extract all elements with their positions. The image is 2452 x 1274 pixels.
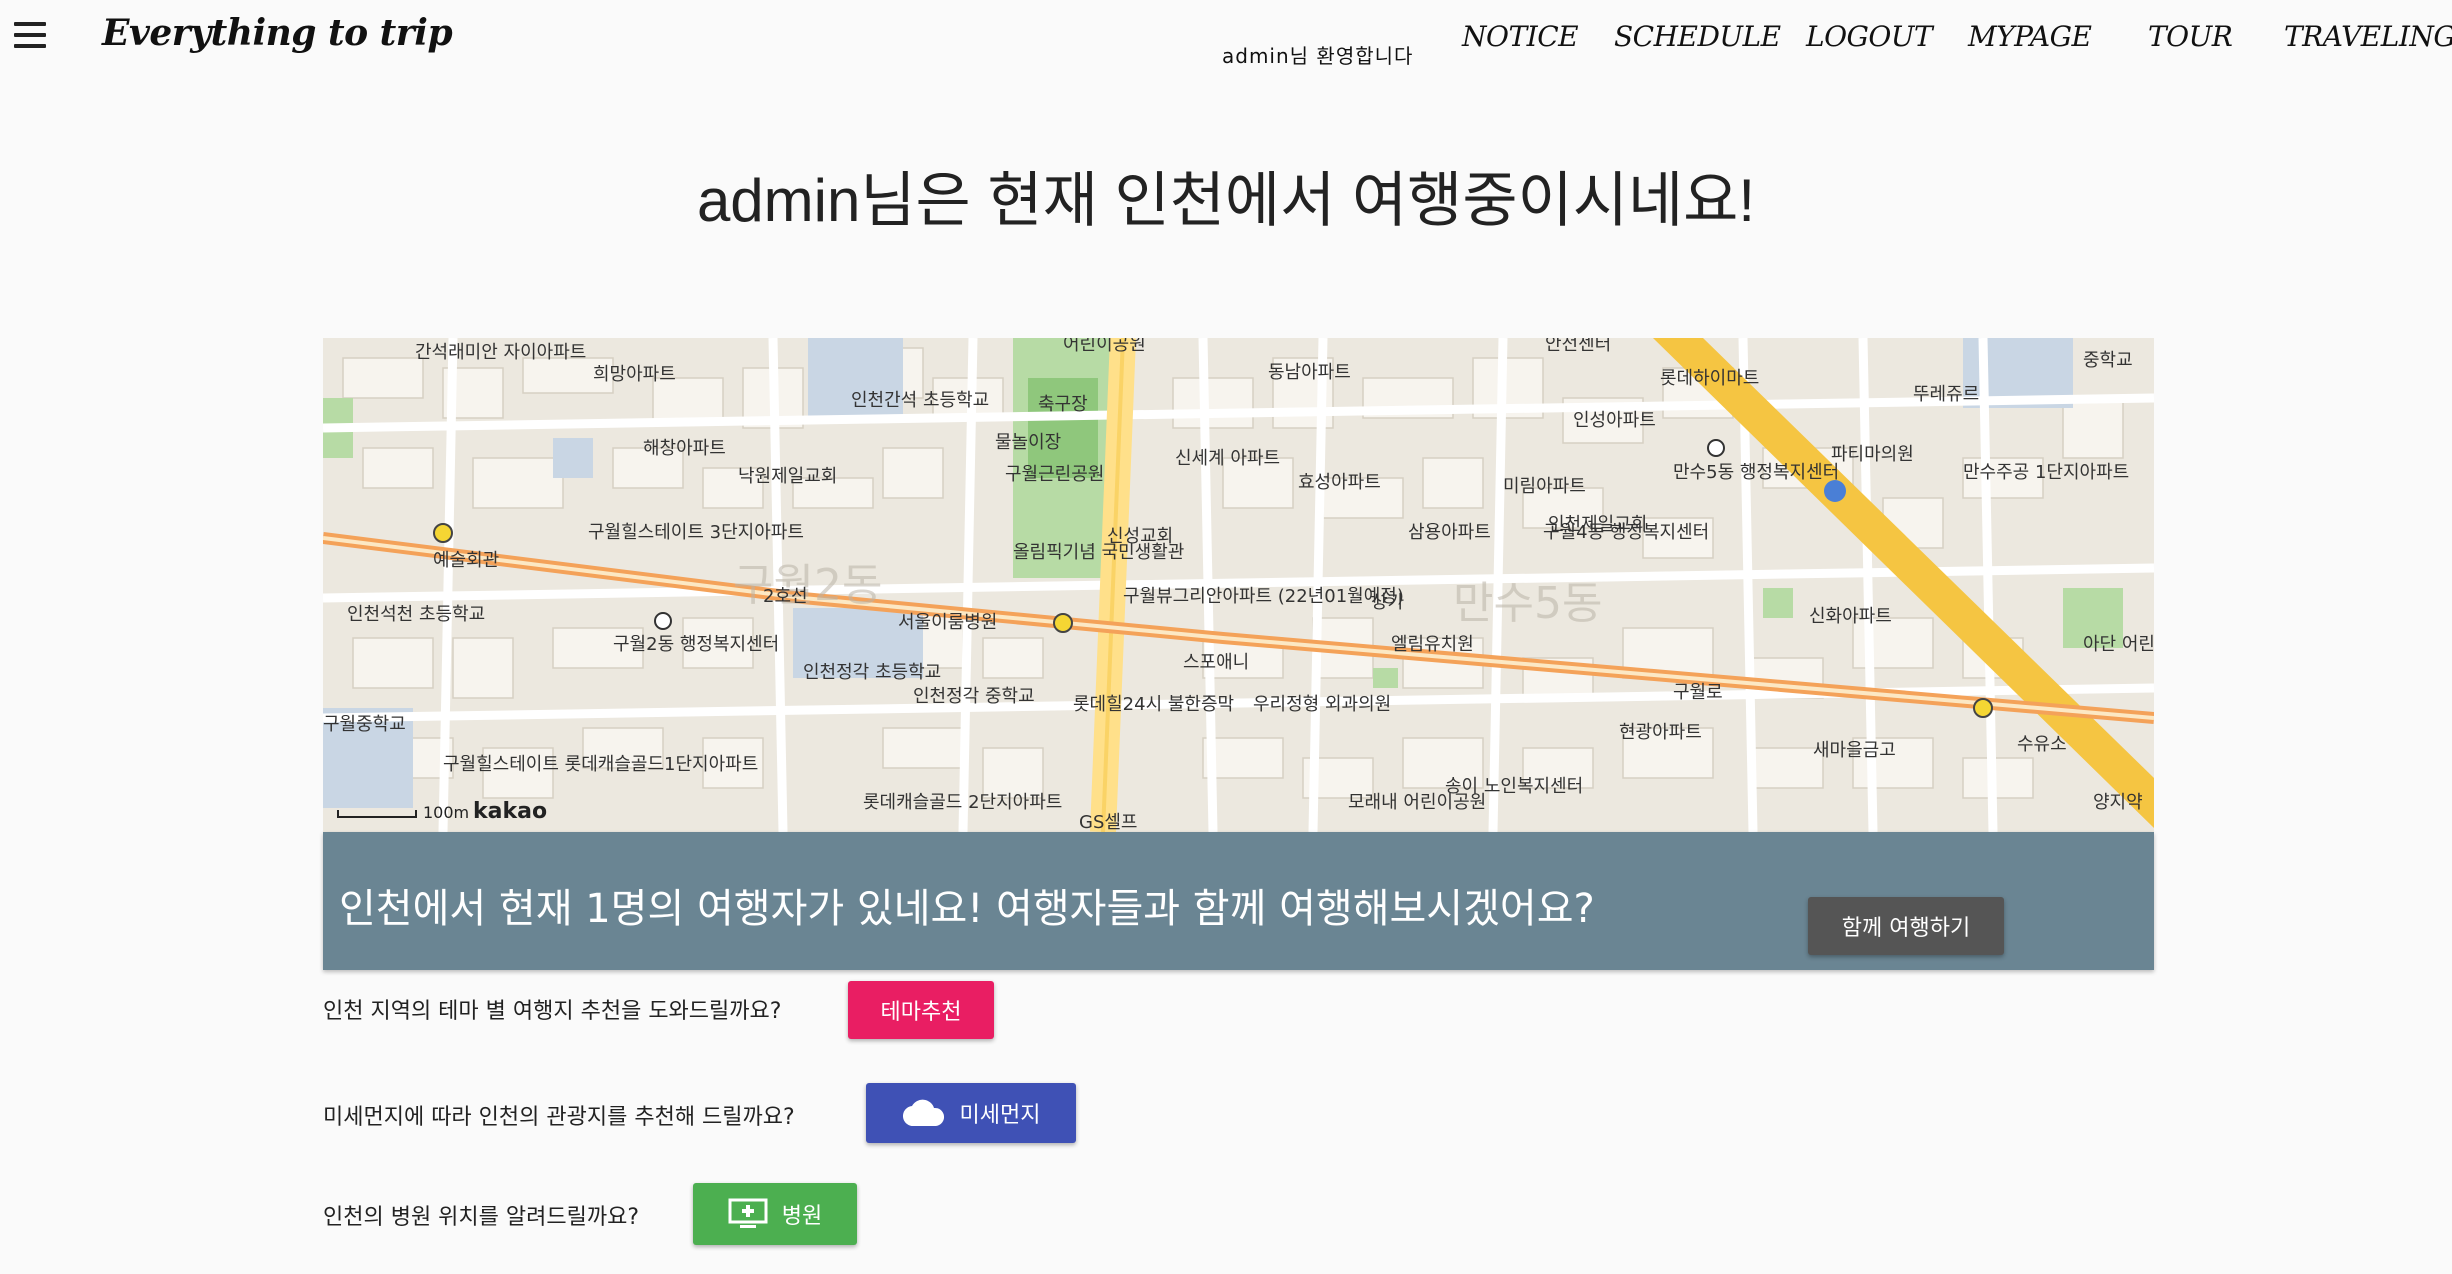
map-label: 상가 xyxy=(1371,592,1404,613)
join-travel-button[interactable]: 함께 여행하기 xyxy=(1808,897,2004,955)
map-label: 구월뷰그리안아파트 (22년01월예정) xyxy=(1123,586,1404,607)
top-navbar: Everything to trip admin님 환영합니다 NOTICE S… xyxy=(0,0,2452,78)
map-label: 물놀이장 xyxy=(995,432,1061,453)
map-label: 삼용아파트 xyxy=(1408,522,1491,543)
map-label: 희망아파트 xyxy=(593,364,676,385)
map-label: 롯데캐슬골드 2단지아파트 xyxy=(863,792,1062,813)
map-label: 스포애니 xyxy=(1183,652,1249,673)
map-label: 축구장 xyxy=(1038,394,1088,415)
map-canvas[interactable]: 간석래미안 자이아파트 희망아파트 인천간석 초등학교 어린이공원 축구장 물놀… xyxy=(323,338,2154,832)
cloud-icon xyxy=(902,1098,946,1128)
map-label: 중학교 xyxy=(2083,350,2133,371)
kakao-logo: kakao xyxy=(473,799,548,824)
map-label: 구월힐스테이트 3단지아파트 xyxy=(588,522,804,543)
map-label: 새마을금고 xyxy=(1813,740,1896,761)
map-label: 안전센터 xyxy=(1545,338,1611,355)
hospital-question: 인천의 병원 위치를 알려드릴까요? xyxy=(323,1205,640,1230)
map-label: 구월로 xyxy=(1673,682,1723,703)
page-title: admin님은 현재 인천에서 여행중이시네요! xyxy=(696,167,1756,234)
map-label: 만수5동 xyxy=(1453,578,1602,629)
menu-icon[interactable] xyxy=(14,22,46,48)
nav-notice[interactable]: NOTICE xyxy=(1462,20,1579,53)
map-label: 구월2동 xyxy=(733,560,882,611)
dust-button-label: 미세먼지 xyxy=(959,1103,1041,1128)
map-label: 우리정형 외과의원 xyxy=(1253,694,1391,715)
map-label: 낙원제일교회 xyxy=(738,466,837,487)
nav-tour[interactable]: TOUR xyxy=(2148,20,2233,53)
map-label: 인천정각 중학교 xyxy=(913,686,1035,707)
map-label: 2호선 xyxy=(763,586,808,607)
map-label: 서울이룸병원 xyxy=(898,612,997,633)
map-scale: 100m xyxy=(337,803,469,822)
map-label: GS셀프 xyxy=(1079,812,1138,832)
map-label: 롯데하이마트 xyxy=(1660,368,1759,389)
map-label: 현광아파트 xyxy=(1619,722,1702,743)
map-label: 구월중학교 xyxy=(323,714,406,735)
map-label: 롯데힐24시 불한증막 xyxy=(1073,694,1234,715)
map-label: 어린이공원 xyxy=(1063,338,1146,355)
map-label: 구월2동 행정복지센터 xyxy=(613,634,779,655)
map-label: 인천간석 초등학교 xyxy=(851,390,989,411)
map-label: 만수주공 1단지아파트 xyxy=(1963,462,2129,483)
map-label: 수유소 xyxy=(2017,734,2067,755)
hospital-button-label: 병원 xyxy=(781,1204,823,1229)
map-label: 예술회관 xyxy=(433,550,499,571)
dust-question: 미세먼지에 따라 인천의 관광지를 추천해 드릴까요? xyxy=(323,1105,795,1130)
map-label: 올림픽기념 국민생활관 xyxy=(1013,542,1184,563)
road-number-icon xyxy=(1824,480,1846,502)
nav-traveling[interactable]: TRAVELING xyxy=(2284,20,2452,53)
hospital-button[interactable]: 병원 xyxy=(693,1183,857,1245)
map-label: 인천석천 초등학교 xyxy=(347,604,485,625)
map-label: 효성아파트 xyxy=(1298,472,1381,493)
map-label: 뚜레쥬르 xyxy=(1913,384,1979,405)
map-label: 엘림유치원 xyxy=(1391,634,1474,655)
map-label: 미림아파트 xyxy=(1503,476,1586,497)
map-view[interactable]: 간석래미안 자이아파트 희망아파트 인천간석 초등학교 어린이공원 축구장 물놀… xyxy=(323,338,2154,832)
map-label: 파티마의원 xyxy=(1831,444,1914,465)
theme-question: 인천 지역의 테마 별 여행지 추천을 도와드릴까요? xyxy=(323,999,782,1024)
fine-dust-button[interactable]: 미세먼지 xyxy=(866,1083,1076,1143)
map-label: 인천제일교회 xyxy=(1548,514,1647,535)
nav-mypage[interactable]: MYPAGE xyxy=(1968,20,2092,53)
welcome-text: admin님 환영합니다 xyxy=(1222,44,1414,68)
theme-button-label: 테마추천 xyxy=(880,1000,962,1025)
map-label: 구월근린공원 xyxy=(1005,464,1104,485)
nav-logout[interactable]: LOGOUT xyxy=(1806,20,1933,53)
map-label: 해창아파트 xyxy=(643,438,726,459)
traveler-banner: 인천에서 현재 1명의 여행자가 있네요! 여행자들과 함께 여행해보시겠어요?… xyxy=(323,832,2154,970)
office-icon xyxy=(654,612,672,630)
map-label: 송이 노인복지센터 xyxy=(1445,776,1583,797)
theme-recommend-button[interactable]: 테마추천 xyxy=(848,981,994,1039)
map-label: 아단 어린이공원 xyxy=(2083,634,2154,655)
map-label: 구월힐스테이트 롯데캐슬골드1단지아파트 xyxy=(443,754,758,775)
map-label: 동남아파트 xyxy=(1268,362,1351,383)
map-label: 만수5동 행정복지센터 xyxy=(1673,462,1839,483)
nav-schedule[interactable]: SCHEDULE xyxy=(1614,20,1781,53)
map-label: 양지약 xyxy=(2093,792,2143,813)
map-label: 간석래미안 자이아파트 xyxy=(415,342,586,363)
office-icon xyxy=(1707,439,1725,457)
map-label: 신세계 아파트 xyxy=(1175,448,1280,469)
brand-logo[interactable]: Everything to trip xyxy=(102,12,453,54)
map-label: 신화아파트 xyxy=(1809,606,1892,627)
add-to-queue-icon xyxy=(728,1198,768,1230)
banner-text: 인천에서 현재 1명의 여행자가 있네요! 여행자들과 함께 여행해보시겠어요? xyxy=(339,886,1595,932)
map-label: 인천정각 초등학교 xyxy=(803,662,941,683)
map-label: 인성아파트 xyxy=(1573,410,1656,431)
